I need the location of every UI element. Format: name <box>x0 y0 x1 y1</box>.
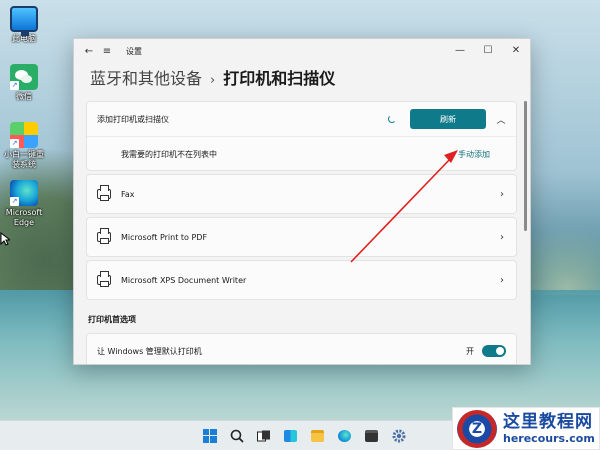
annotation-arrow-icon <box>350 150 458 263</box>
search-icon[interactable] <box>223 425 250 447</box>
watermark-logo-letter: Z <box>471 420 483 437</box>
watermark-logo: Z <box>457 409 497 448</box>
start-icon[interactable] <box>196 425 223 447</box>
task-view-icon[interactable] <box>250 425 277 447</box>
watermark-url: herecours.com <box>503 431 595 445</box>
edge-icon[interactable] <box>331 425 358 447</box>
store-icon[interactable] <box>358 425 385 447</box>
settings-icon[interactable] <box>385 425 412 447</box>
watermark-title: 这里教程网 <box>503 411 593 432</box>
file-explorer-icon[interactable] <box>304 425 331 447</box>
widgets-icon[interactable] <box>277 425 304 447</box>
watermark: Z 这里教程网 herecours.com <box>452 407 600 450</box>
